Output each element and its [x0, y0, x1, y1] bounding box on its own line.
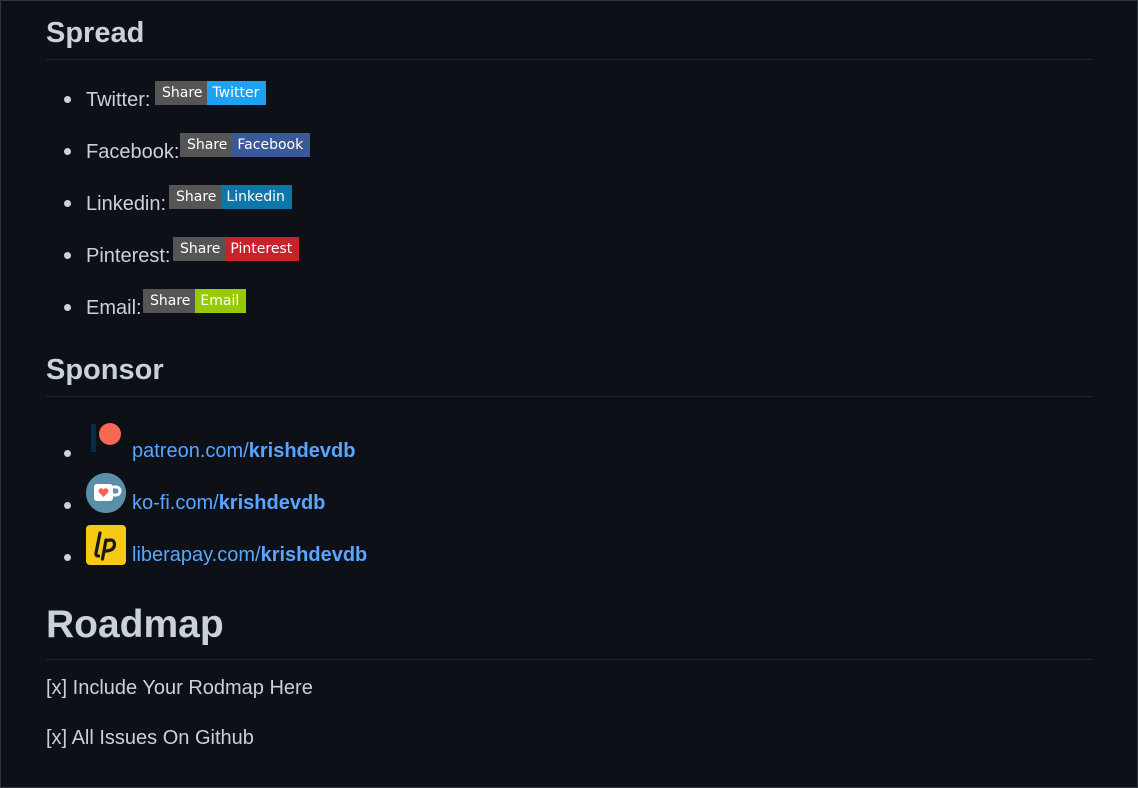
list-bullet: [64, 200, 71, 207]
list-bullet: [64, 96, 71, 103]
sponsor-heading: Sponsor: [46, 353, 1092, 397]
list-bullet: [64, 450, 71, 457]
share-label: Pinterest:: [86, 245, 171, 267]
list-bullet: [64, 554, 71, 561]
roadmap-heading: Roadmap: [46, 602, 1092, 660]
patreon-icon[interactable]: [86, 421, 126, 461]
page-frame: Spread Twitter: Share Twitter Facebook: …: [0, 0, 1138, 788]
share-label: Twitter:: [86, 89, 151, 111]
list-bullet: [64, 304, 71, 311]
share-facebook-badge[interactable]: Share Facebook: [180, 133, 311, 157]
share-label: Email:: [86, 297, 142, 319]
kofi-icon[interactable]: [86, 473, 126, 513]
roadmap-item: [x] Include Your Rodmap Here: [46, 677, 313, 699]
list-bullet: [64, 502, 71, 509]
liberapay-link[interactable]: liberapay.com/krishdevdb: [132, 544, 367, 567]
share-twitter-badge[interactable]: Share Twitter: [155, 81, 267, 105]
liberapay-icon[interactable]: [86, 525, 126, 565]
patreon-link[interactable]: patreon.com/krishdevdb: [132, 440, 355, 463]
share-linkedin-badge[interactable]: Share Linkedin: [169, 185, 292, 209]
kofi-link[interactable]: ko-fi.com/krishdevdb: [132, 492, 325, 515]
share-email-badge[interactable]: Share Email: [143, 289, 247, 313]
list-bullet: [64, 252, 71, 259]
list-bullet: [64, 148, 71, 155]
spread-heading: Spread: [46, 16, 1092, 60]
share-label: Linkedin:: [86, 193, 167, 215]
share-label: Facebook:: [86, 141, 180, 163]
roadmap-item: [x] All Issues On Github: [46, 727, 254, 749]
share-pinterest-badge[interactable]: Share Pinterest: [173, 237, 300, 261]
